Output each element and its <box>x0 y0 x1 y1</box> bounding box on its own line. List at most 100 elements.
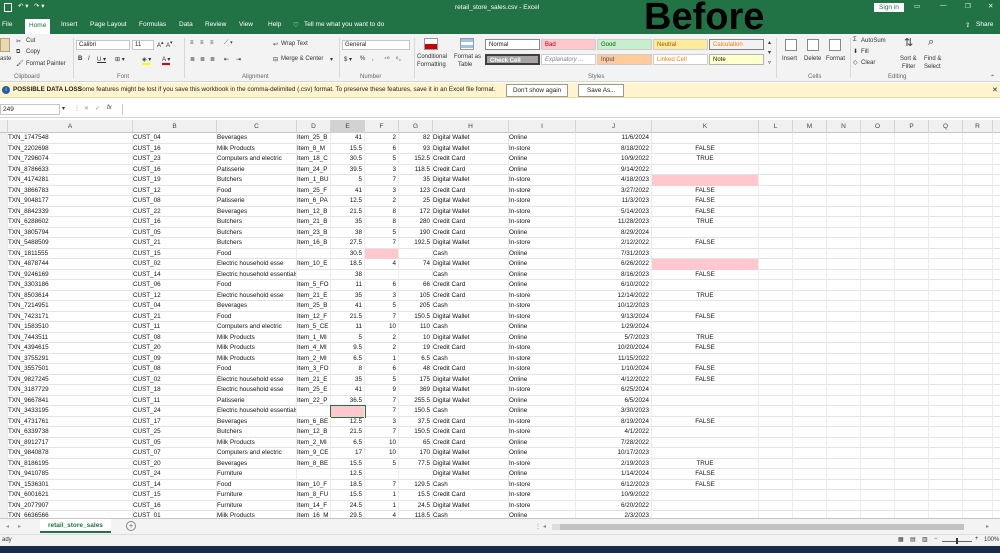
cell-h[interactable]: Digital Wallet <box>433 469 509 480</box>
cell-d[interactable]: Item_18_C <box>297 154 331 165</box>
dont-show-again-button[interactable]: Don't show again <box>506 84 569 97</box>
cell-n[interactable] <box>827 395 861 406</box>
cell-rr[interactable] <box>963 269 993 280</box>
bold-icon[interactable]: B <box>78 56 82 62</box>
style-neutral[interactable]: Neutral <box>653 39 708 50</box>
cell-g[interactable]: 24.5 <box>399 500 433 511</box>
cell-q[interactable] <box>929 154 963 165</box>
cell-f[interactable]: 9 <box>365 385 399 396</box>
cell-b[interactable]: CUST_16 <box>133 143 217 154</box>
cell-f[interactable]: 1 <box>365 353 399 364</box>
cell-n[interactable] <box>827 143 861 154</box>
cell-q[interactable] <box>929 395 963 406</box>
conditional-formatting-button[interactable]: Conditional <box>417 54 447 60</box>
cell-rr[interactable] <box>963 143 993 154</box>
cell-c[interactable]: Patisserie <box>217 164 297 175</box>
row-header[interactable] <box>0 385 8 396</box>
cell-b[interactable]: CUST_08 <box>133 364 217 375</box>
cell-b[interactable]: CUST_15 <box>133 248 217 259</box>
tab-page-layout[interactable]: Page Layout <box>90 21 127 28</box>
cell-p[interactable] <box>895 332 929 343</box>
cell-p[interactable] <box>895 301 929 312</box>
cell-l[interactable] <box>759 343 793 354</box>
cell-n[interactable] <box>827 175 861 186</box>
cell-b[interactable]: CUST_17 <box>133 416 217 427</box>
format-cells-button[interactable]: Format <box>826 56 845 62</box>
cell-k[interactable] <box>652 175 759 186</box>
cell-rr[interactable] <box>963 385 993 396</box>
cell-n[interactable] <box>827 154 861 165</box>
cell-d[interactable]: Item_16_M <box>297 511 331 518</box>
cell-g[interactable]: 105 <box>399 290 433 301</box>
autosum-icon[interactable]: Σ <box>853 37 857 43</box>
cell-i[interactable]: Online <box>509 332 576 343</box>
column-header-c[interactable]: C <box>217 120 297 133</box>
cell-j[interactable]: 2/19/2023 <box>576 458 652 469</box>
cell-e[interactable]: 30.5 <box>331 248 365 259</box>
cell-m[interactable] <box>793 406 827 417</box>
cell-l[interactable] <box>759 154 793 165</box>
cell-m[interactable] <box>793 164 827 175</box>
cell-a[interactable]: TXN_1747548 <box>8 133 133 144</box>
top-align-icon[interactable]: ≡ <box>190 40 194 46</box>
cell-g[interactable]: 77.5 <box>399 458 433 469</box>
clear-icon[interactable]: ◇ <box>853 59 858 66</box>
cell-q[interactable] <box>929 490 963 501</box>
cell-k[interactable]: FALSE <box>652 374 759 385</box>
cell-o[interactable] <box>861 311 895 322</box>
row-header[interactable] <box>0 490 8 501</box>
cell-h[interactable]: Cash <box>433 353 509 364</box>
bottom-align-icon[interactable]: ≡ <box>210 40 214 46</box>
page-break-view-icon[interactable]: ▥ <box>922 536 928 543</box>
cell-p[interactable] <box>895 374 929 385</box>
share-button[interactable]: Share <box>976 21 993 28</box>
cell-m[interactable] <box>793 353 827 364</box>
cell-a[interactable]: TXN_3303186 <box>8 280 133 291</box>
cell-m[interactable] <box>793 206 827 217</box>
cell-q[interactable] <box>929 280 963 291</box>
cell-p[interactable] <box>895 427 929 438</box>
cell-o[interactable] <box>861 143 895 154</box>
cell-h[interactable]: Credit Card <box>433 227 509 238</box>
cell-i[interactable]: Online <box>509 322 576 333</box>
cell-n[interactable] <box>827 311 861 322</box>
cell-n[interactable] <box>827 406 861 417</box>
fill-button[interactable]: Fill <box>861 49 869 55</box>
style-explanatory[interactable]: Explanatory ... <box>541 54 596 65</box>
cell-g[interactable]: 37.5 <box>399 416 433 427</box>
row-header[interactable] <box>0 427 8 438</box>
cell-g[interactable]: 280 <box>399 217 433 228</box>
cell-c[interactable]: Beverages <box>217 301 297 312</box>
font-name-dropdown[interactable]: Calibri <box>76 40 130 50</box>
cell-n[interactable] <box>827 301 861 312</box>
tab-home[interactable]: Home <box>25 19 51 34</box>
cell-c[interactable]: Milk Products <box>217 511 297 518</box>
cell-rr[interactable] <box>963 332 993 343</box>
cell-j[interactable]: 2/12/2022 <box>576 238 652 249</box>
cell-f[interactable]: 3 <box>365 185 399 196</box>
cell-q[interactable] <box>929 416 963 427</box>
cell-a[interactable]: TXN_4174281 <box>8 175 133 186</box>
cell-l[interactable] <box>759 427 793 438</box>
cell-g[interactable]: 118.5 <box>399 511 433 518</box>
cell-b[interactable]: CUST_20 <box>133 343 217 354</box>
cell-a[interactable]: TXN_9048177 <box>8 196 133 207</box>
cell-p[interactable] <box>895 164 929 175</box>
cell-q[interactable] <box>929 343 963 354</box>
cell-m[interactable] <box>793 500 827 511</box>
zoom-level[interactable]: 100% <box>984 537 999 543</box>
close-message-icon[interactable]: ✕ <box>992 86 998 94</box>
cell-q[interactable] <box>929 469 963 480</box>
cell-c[interactable]: Milk Products <box>217 143 297 154</box>
cell-p[interactable] <box>895 227 929 238</box>
cell-j[interactable]: 11/3/2023 <box>576 196 652 207</box>
cell-m[interactable] <box>793 343 827 354</box>
cell-f[interactable]: 6 <box>365 280 399 291</box>
sort-filter-icon[interactable]: ⇅ <box>904 36 913 49</box>
cell-o[interactable] <box>861 364 895 375</box>
cell-o[interactable] <box>861 154 895 165</box>
cell-h[interactable]: Cash <box>433 269 509 280</box>
cell-q[interactable] <box>929 511 963 518</box>
column-header-a[interactable]: A <box>8 120 133 133</box>
cell-p[interactable] <box>895 280 929 291</box>
